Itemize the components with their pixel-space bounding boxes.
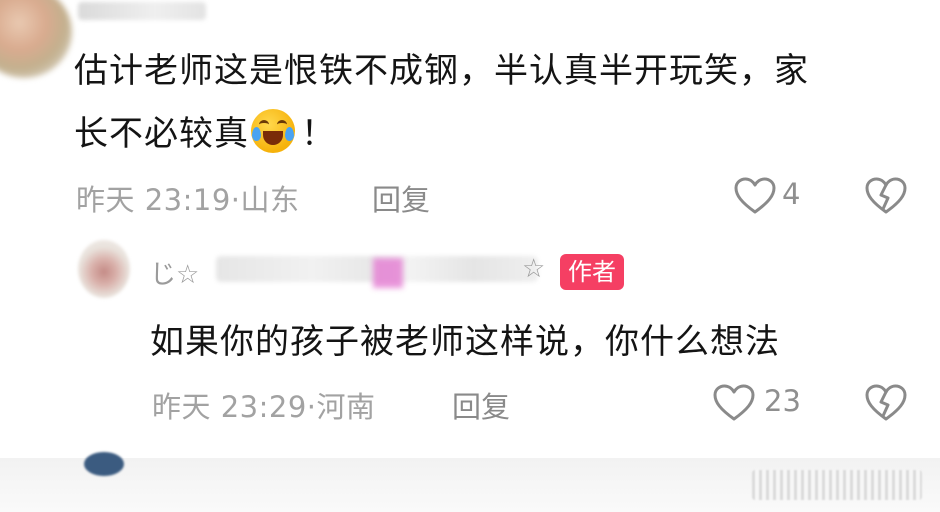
reply-username-blur-accent <box>373 258 403 288</box>
reply-location: 河南 <box>316 390 376 424</box>
heart-icon <box>713 384 755 421</box>
location-separator: · <box>306 390 317 424</box>
reply-reply-button[interactable]: 回复 <box>452 384 510 426</box>
reply-meta: 昨天 23:29·河南 <box>152 384 376 426</box>
comment-meta: 昨天 23:19·山东 <box>76 177 300 219</box>
comment-suffix: ！ <box>301 114 336 154</box>
reply-like-button[interactable] <box>712 383 756 423</box>
comment-line-2-text: 长不必较真 <box>74 114 249 154</box>
username-blurred[interactable] <box>78 2 206 20</box>
reply-body: 如果你的孩子被老师这样说，你什么想法 <box>150 322 780 362</box>
comment-time: 昨天 23:19 <box>76 183 231 217</box>
comment-body: 估计老师这是恨铁不成钢，半认真半开玩笑，家 长不必较真 ！ <box>74 40 914 166</box>
reply-username-prefix[interactable]: じ☆ <box>150 254 199 291</box>
broken-heart-icon <box>865 384 907 421</box>
location-separator: · <box>230 183 241 217</box>
reply-avatar[interactable] <box>78 240 130 298</box>
like-button[interactable] <box>733 176 777 216</box>
next-comment-avatar[interactable] <box>84 452 124 476</box>
author-badge: 作者 <box>560 254 624 290</box>
avatar[interactable] <box>0 0 72 78</box>
comment-line-1: 估计老师这是恨铁不成钢，半认真半开玩笑，家 <box>74 51 809 91</box>
broken-heart-icon <box>865 177 907 214</box>
reply-dislike-button[interactable] <box>864 383 908 423</box>
laughing-crying-emoji-icon <box>251 109 295 153</box>
reply-time: 昨天 23:29 <box>152 390 307 424</box>
comment-location: 山东 <box>240 183 300 217</box>
heart-icon <box>734 177 776 214</box>
watermark <box>752 470 922 500</box>
reply-button[interactable]: 回复 <box>372 177 430 219</box>
reply-username-suffix: ☆ <box>522 254 546 284</box>
like-count: 4 <box>782 177 801 211</box>
comment-line-2: 长不必较真 ！ <box>74 103 914 166</box>
reply-like-count: 23 <box>764 384 801 418</box>
dislike-button[interactable] <box>864 176 908 216</box>
